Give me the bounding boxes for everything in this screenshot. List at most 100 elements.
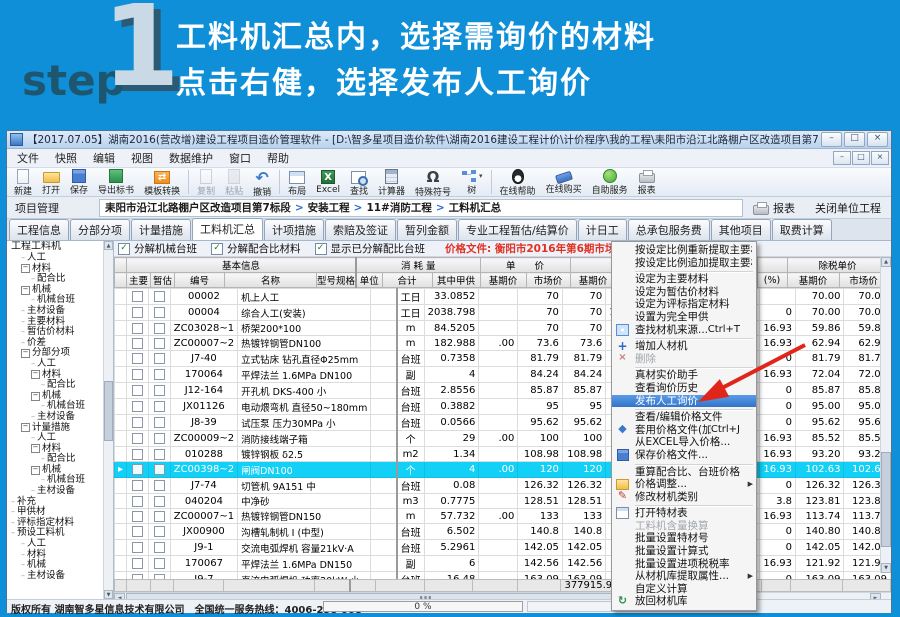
row-checkbox-main[interactable] xyxy=(132,369,143,380)
toolbar-button-计算器[interactable]: 计算器 xyxy=(373,168,410,196)
collapse-icon[interactable]: − xyxy=(31,370,40,379)
row-checkbox-tentative[interactable] xyxy=(154,574,165,579)
v-scroll-thumb[interactable] xyxy=(881,452,891,547)
toolbar-button-模板转换[interactable]: ⇄模板转换 xyxy=(139,168,185,196)
tab-工料机汇总[interactable]: 工料机汇总 xyxy=(192,218,263,240)
table-row[interactable]: 010288镀锌钢板 δ2.5m21.34108.98108.98146.031… xyxy=(115,447,891,462)
toolbar-button-特殊符号[interactable]: Ω特殊符号 xyxy=(410,168,456,196)
scroll-down-icon[interactable]: ▼ xyxy=(881,563,891,573)
toolbar-button-导出标书[interactable]: 导出标书 xyxy=(93,168,139,196)
row-checkbox-tentative[interactable] xyxy=(154,449,165,460)
context-menu-item-套用价格文件(加权计算)[interactable]: ◆套用价格文件(加权计算)Ctrl+J xyxy=(612,424,756,437)
collapse-icon[interactable]: − xyxy=(31,466,40,475)
toolbar-button-布局[interactable]: 布局 xyxy=(283,168,311,196)
table-row[interactable]: JX01126电动煨弯机 直径50~180mm台班0.3882959536.88… xyxy=(115,399,891,415)
toolbar-button-树[interactable]: ▾树 xyxy=(456,168,488,196)
scroll-up-icon[interactable]: ▲ xyxy=(881,257,891,267)
column-header-其中甲供[interactable]: 其中甲供 xyxy=(432,273,480,288)
context-menu-item-设置为完全甲供[interactable]: 设置为完全甲供 xyxy=(612,311,756,324)
tree-item-人工[interactable]: –人工 xyxy=(7,539,104,550)
row-checkbox-main[interactable] xyxy=(132,558,143,569)
context-menu-item-查看/编辑价格文件[interactable]: 查看/编辑价格文件 xyxy=(612,411,756,424)
column-header-编号[interactable]: 编号 xyxy=(175,273,225,288)
tab-取费计算[interactable]: 取费计算 xyxy=(772,219,832,240)
row-checkbox-main[interactable] xyxy=(132,323,143,334)
table-row[interactable]: J9-7直流电弧焊机 功率20kW 小台班16.48163.09163.0926… xyxy=(115,572,891,580)
tree-item-暂估价材料[interactable]: –暂估价材料 xyxy=(7,327,104,338)
context-menu-item-批量设置特材号[interactable]: 批量设置特材号 xyxy=(612,532,756,545)
tab-计量措施[interactable]: 计量措施 xyxy=(131,219,191,240)
row-checkbox-main[interactable] xyxy=(132,574,143,579)
table-row[interactable]: 00002机上人工工日33.085270702315.9770.0070.00 xyxy=(115,289,891,305)
column-header-单位[interactable]: 单位 xyxy=(356,273,382,288)
tab-工程信息[interactable]: 工程信息 xyxy=(9,219,69,240)
horizontal-scrollbar[interactable]: ◄ ▮▮▮ ► xyxy=(114,592,891,599)
menu-编辑[interactable]: 编辑 xyxy=(85,149,123,167)
dropdown-arrow-icon[interactable]: ▾ xyxy=(479,172,483,180)
close-icon[interactable]: × xyxy=(867,132,888,147)
context-menu-item-从材机库提取属性...[interactable]: 从材机库提取属性...▶ xyxy=(612,570,756,583)
toolbar-button-新建[interactable]: 新建 xyxy=(9,168,37,196)
context-menu-item-批量设置进项税税率[interactable]: 批量设置进项税税率 xyxy=(612,558,756,571)
row-checkbox-main[interactable] xyxy=(132,433,143,444)
column-header-blank[interactable] xyxy=(115,273,127,288)
row-checkbox-main[interactable] xyxy=(132,511,143,522)
context-menu-item-按设定比例重新提取主要材料[interactable]: 按设定比例重新提取主要材料 xyxy=(612,244,756,257)
context-menu-item-从EXCEL导入价格...[interactable]: 从EXCEL导入价格... xyxy=(612,436,756,449)
checkbox-分解配合比材料[interactable]: ✓ xyxy=(211,243,223,255)
breadcrumb-segment[interactable]: 耒阳市沿江北路棚户区改造项目第7标段 xyxy=(105,200,291,215)
collapse-icon[interactable]: − xyxy=(21,286,30,295)
context-menu-item-查看询价历史[interactable]: 查看询价历史 xyxy=(612,382,756,395)
collapse-icon[interactable]: − xyxy=(31,392,40,401)
row-checkbox-tentative[interactable] xyxy=(154,401,165,412)
context-menu-item-设定为主要材料[interactable]: 设定为主要材料 xyxy=(612,273,756,286)
project-manager-label[interactable]: 项目管理 xyxy=(7,200,99,216)
tree-item-配合比[interactable]: –配合比 xyxy=(7,274,104,285)
row-checkbox-main[interactable] xyxy=(132,307,143,318)
tree-scroll-down-icon[interactable]: ▼ xyxy=(104,590,113,599)
toolbar-button-在线购买[interactable]: 在线购买 xyxy=(541,168,587,196)
row-checkbox-tentative[interactable] xyxy=(154,307,165,318)
collapse-icon[interactable]: − xyxy=(31,444,40,453)
context-menu-item-设定为评标指定材料[interactable]: 设定为评标指定材料 xyxy=(612,298,756,311)
column-header-合计[interactable]: 合计 xyxy=(382,273,432,288)
row-checkbox-main[interactable] xyxy=(132,291,143,302)
toolbar-button-Excel[interactable]: XExcel xyxy=(311,168,345,196)
table-row[interactable]: 040204中净砂m30.7775128.51128.5199.913.8123… xyxy=(115,494,891,509)
menu-文件[interactable]: 文件 xyxy=(9,149,47,167)
menu-窗口[interactable]: 窗口 xyxy=(221,149,259,167)
row-checkbox-main[interactable] xyxy=(132,480,143,491)
toolbar-button-在线帮助[interactable]: 在线帮助 xyxy=(495,168,541,196)
context-menu-item-重算配合比、台班价格[interactable]: 重算配合比、台班价格 xyxy=(612,466,756,479)
row-checkbox-tentative[interactable] xyxy=(154,385,165,396)
breadcrumb-segment[interactable]: 11#消防工程 xyxy=(366,200,431,215)
tree-item-主材设备[interactable]: –主材设备 xyxy=(7,306,104,317)
row-checkbox-tentative[interactable] xyxy=(154,323,165,334)
tree-scroll-thumb[interactable] xyxy=(104,381,113,441)
column-header-主要[interactable]: 主要 xyxy=(127,273,151,288)
row-checkbox-main[interactable] xyxy=(132,401,143,412)
row-checkbox-main[interactable] xyxy=(132,526,143,537)
row-checkbox-tentative[interactable] xyxy=(154,369,165,380)
row-checkbox-tentative[interactable] xyxy=(154,417,165,428)
row-checkbox-tentative[interactable] xyxy=(154,353,165,364)
checkbox-分解机械台班[interactable]: ✓ xyxy=(118,243,130,255)
tab-计日工[interactable]: 计日工 xyxy=(578,219,627,240)
menu-帮助[interactable]: 帮助 xyxy=(259,149,297,167)
maximize-icon[interactable]: □ xyxy=(844,132,865,147)
toolbar-button-报表[interactable]: 报表 xyxy=(633,168,661,196)
tree-item-主材设备[interactable]: –主材设备 xyxy=(7,412,104,423)
toolbar-button-自助服务[interactable]: 自助服务 xyxy=(587,168,633,196)
close-unit-project-button[interactable]: 关闭单位工程 xyxy=(815,200,881,216)
toolbar-button-保存[interactable]: 保存 xyxy=(65,168,93,196)
toolbar-button-打开[interactable]: 打开 xyxy=(37,168,65,196)
menu-数据维护[interactable]: 数据维护 xyxy=(161,149,221,167)
tree-item-人工[interactable]: –人工 xyxy=(7,359,104,370)
row-checkbox-tentative[interactable] xyxy=(154,464,165,475)
tree-item-工程工料机[interactable]: 工程工料机 xyxy=(7,241,104,253)
mdi-close-icon[interactable]: × xyxy=(871,151,889,165)
tab-总承包服务费[interactable]: 总承包服务费 xyxy=(628,219,710,240)
row-checkbox-main[interactable] xyxy=(132,417,143,428)
table-row[interactable]: J7-74切管机 9A151 中台班0.08126.32126.3210.110… xyxy=(115,478,891,494)
vertical-scrollbar[interactable]: ▲ ▼ xyxy=(880,257,891,573)
